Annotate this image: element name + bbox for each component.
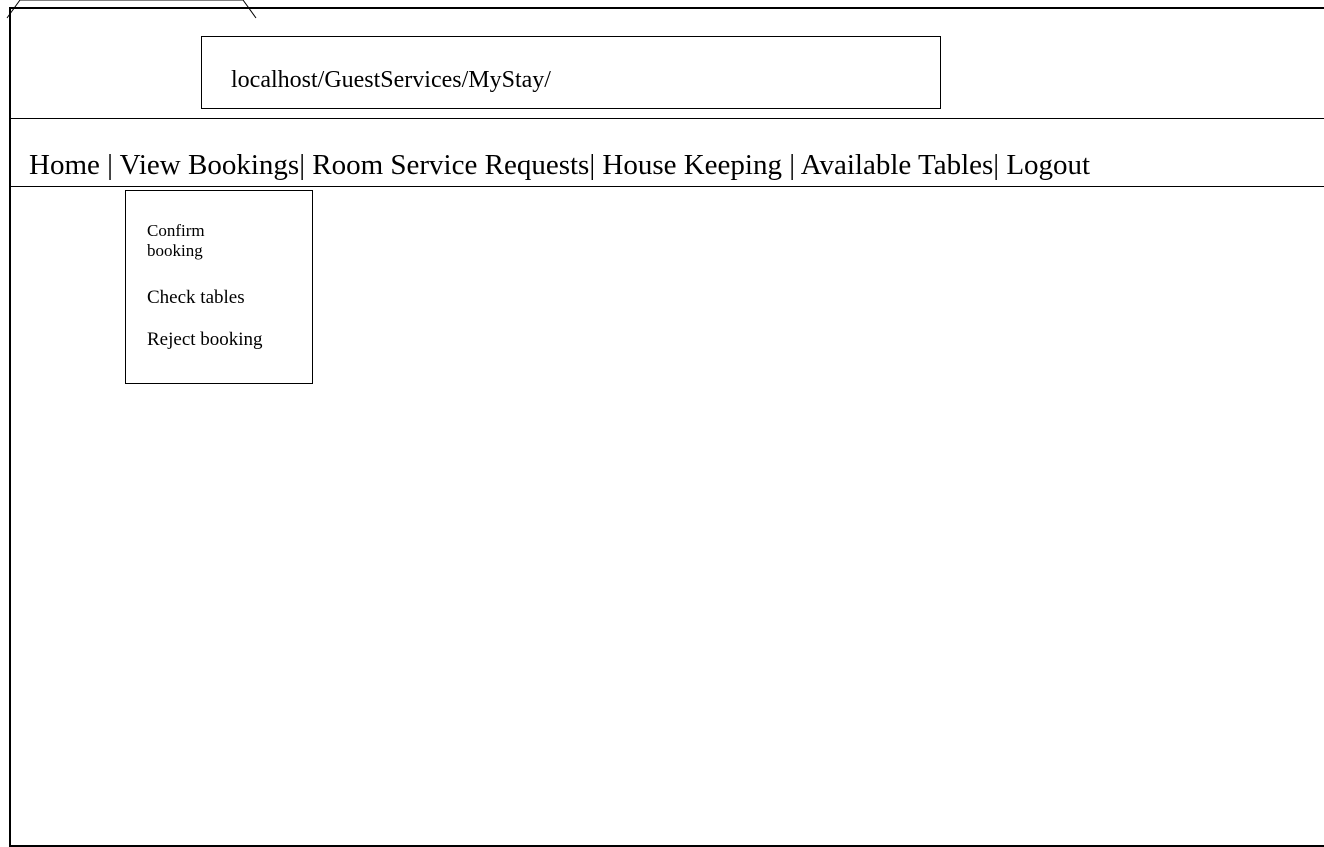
dropdown-item-confirm-booking[interactable]: Confirm booking xyxy=(147,221,257,261)
nav-item-house-keeping[interactable]: House Keeping xyxy=(602,149,782,181)
dropdown-item-check-tables[interactable]: Check tables xyxy=(147,287,245,309)
nav-divider xyxy=(9,186,1324,187)
nav-item-home[interactable]: Home xyxy=(29,149,100,181)
nav-item-room-service-requests[interactable]: Room Service Requests xyxy=(312,149,589,181)
nav-item-available-tables[interactable]: Available Tables xyxy=(801,149,994,181)
browser-window xyxy=(9,7,1324,847)
address-bar[interactable]: localhost/GuestServices/MyStay/ xyxy=(201,36,941,109)
main-nav: Home | View Bookings| Room Service Reque… xyxy=(29,148,1090,182)
nav-separator: | xyxy=(781,149,801,181)
nav-separator: | xyxy=(589,149,603,181)
nav-item-logout[interactable]: Logout xyxy=(1006,149,1090,181)
browser-tab-outline xyxy=(6,0,257,19)
view-bookings-dropdown: Confirm booking Check tables Reject book… xyxy=(125,190,313,384)
nav-separator: | xyxy=(299,149,313,181)
nav-item-view-bookings[interactable]: View Bookings xyxy=(120,149,300,181)
address-bar-url: localhost/GuestServices/MyStay/ xyxy=(231,67,551,93)
wireframe-page: localhost/GuestServices/MyStay/ Home | V… xyxy=(0,0,1324,847)
nav-separator: | xyxy=(99,149,120,181)
dropdown-item-reject-booking[interactable]: Reject booking xyxy=(147,329,263,351)
nav-separator: | xyxy=(993,149,1007,181)
header-divider xyxy=(9,118,1324,119)
